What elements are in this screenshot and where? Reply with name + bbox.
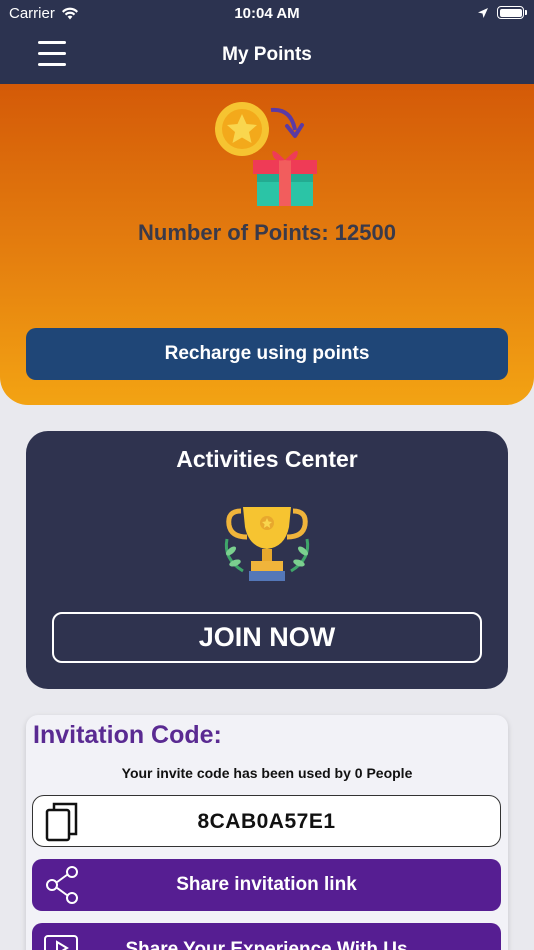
invitation-title: Invitation Code: [33, 721, 222, 749]
share-invitation-link-button[interactable]: Share invitation link [32, 859, 501, 911]
trophy-icon [224, 507, 310, 581]
invite-code-value: 8CAB0A57E1 [197, 810, 336, 833]
share-invitation-link-label: Share invitation link [176, 874, 357, 895]
status-time: 10:04 AM [234, 5, 300, 22]
share-experience-label: Share Your Experience With Us [125, 939, 408, 950]
recharge-using-points-button[interactable]: Recharge using points [26, 328, 508, 380]
status-right [477, 6, 527, 19]
invite-code-box[interactable]: 8CAB0A57E1 [32, 795, 501, 847]
points-count: Number of Points: 12500 [138, 220, 396, 245]
activities-center-card: Activities Center JOIN NOW [26, 431, 508, 689]
invite-usage-text: Your invite code has been used by 0 Peop… [121, 765, 413, 781]
nav-bar: My Points [0, 28, 534, 84]
status-bar: Carrier 10:04 AM [0, 0, 534, 28]
points-hero: Number of Points: 12500 Recharge using p… [0, 84, 534, 405]
join-now-button[interactable]: JOIN NOW [52, 612, 482, 663]
location-icon [478, 7, 488, 18]
battery-icon [497, 6, 527, 19]
share-experience-button[interactable]: Share Your Experience With Us [32, 923, 501, 950]
activities-title: Activities Center [176, 446, 358, 472]
invitation-card: Invitation Code: Your invite code has be… [26, 715, 508, 950]
coin-to-gift-icon [215, 102, 317, 206]
page-title: My Points [222, 44, 312, 65]
